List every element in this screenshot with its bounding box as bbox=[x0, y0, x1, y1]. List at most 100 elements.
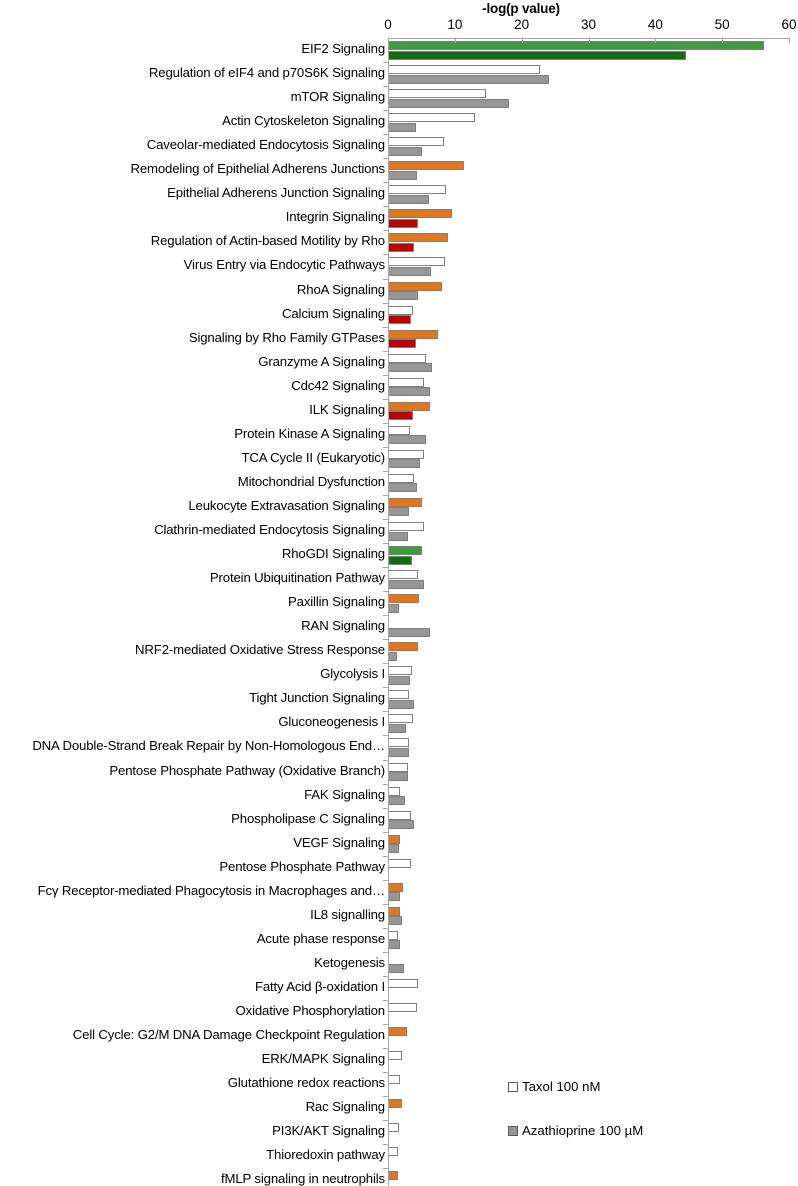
legend-item[interactable]: Azathioprine 100 µM bbox=[508, 1123, 643, 1138]
bar-taxol bbox=[389, 257, 446, 267]
chart-row: Calcium Signaling bbox=[0, 303, 798, 327]
chart-row: Regulation of eIF4 and p70S6K Signaling bbox=[0, 62, 798, 86]
bar-taxol bbox=[389, 906, 400, 916]
chart-row: Regulation of Actin-based Motility by Rh… bbox=[0, 230, 798, 254]
category-label: Rac Signaling bbox=[305, 1099, 386, 1115]
category-label: Protein Kinase A Signaling bbox=[234, 425, 385, 441]
bar-taxol bbox=[389, 185, 447, 195]
chart-row: Granzyme A Signaling bbox=[0, 351, 798, 375]
category-label: Glutathione redox reactions bbox=[227, 1075, 385, 1091]
bar-azathioprine bbox=[389, 98, 509, 108]
bar-azathioprine bbox=[389, 74, 550, 84]
x-axis-tick bbox=[789, 38, 790, 43]
category-label: Mitochondrial Dysfunction bbox=[237, 473, 385, 489]
chart-row: NRF2-mediated Oxidative Stress Response bbox=[0, 639, 798, 663]
bar-taxol bbox=[389, 497, 423, 507]
category-label: RhoA Signaling bbox=[296, 281, 385, 297]
bar-taxol bbox=[389, 882, 404, 892]
bar-taxol bbox=[389, 281, 442, 291]
category-label: fMLP signaling in neutrophils bbox=[220, 1171, 385, 1186]
chart-row: Ketogenesis bbox=[0, 952, 798, 976]
bar-azathioprine bbox=[389, 315, 412, 325]
y-axis-line bbox=[388, 38, 389, 1186]
category-label: Signaling by Rho Family GTPases bbox=[188, 329, 385, 345]
bar-azathioprine bbox=[389, 122, 416, 132]
x-axis-tick bbox=[521, 38, 523, 43]
legend-label: Taxol 100 nM bbox=[522, 1079, 601, 1094]
chart-row: Gluconeogenesis I bbox=[0, 711, 798, 735]
chart-row: Integrin Signaling bbox=[0, 206, 798, 230]
category-label: Calcium Signaling bbox=[281, 305, 385, 321]
bar-taxol bbox=[389, 161, 464, 171]
chart-row: Protein Ubiquitination Pathway bbox=[0, 567, 798, 591]
category-label: Actin Cytoskeleton Signaling bbox=[222, 113, 385, 129]
bar-azathioprine bbox=[389, 940, 400, 950]
chart-row: Epithelial Adherens Junction Signaling bbox=[0, 182, 798, 206]
category-label: Pentose Phosphate Pathway bbox=[219, 858, 385, 874]
x-axis-tick-label: 10 bbox=[447, 17, 463, 32]
bar-taxol bbox=[389, 113, 476, 123]
chart-row: Phospholipase C Signaling bbox=[0, 808, 798, 832]
legend-label: Azathioprine 100 µM bbox=[522, 1123, 644, 1138]
category-label: VEGF Signaling bbox=[293, 834, 385, 850]
x-axis-tick-label: 60 bbox=[781, 17, 797, 32]
bar-taxol bbox=[389, 522, 424, 531]
bar-azathioprine bbox=[389, 194, 430, 204]
bar-azathioprine bbox=[389, 796, 406, 806]
chart-row: RAN Signaling bbox=[0, 615, 798, 639]
bar-taxol bbox=[389, 690, 410, 700]
bar-taxol bbox=[389, 1003, 418, 1012]
bar-azathioprine bbox=[389, 507, 410, 517]
x-axis-tick bbox=[655, 38, 657, 43]
bar-azathioprine bbox=[389, 291, 419, 300]
legend-item[interactable]: Taxol 100 nM bbox=[508, 1079, 600, 1094]
legend-swatch-icon bbox=[508, 1125, 518, 1136]
bar-taxol bbox=[389, 714, 414, 724]
chart-row: Leukocyte Extravasation Signaling bbox=[0, 495, 798, 519]
chart-row: Cell Cycle: G2/M DNA Damage Checkpoint R… bbox=[0, 1024, 798, 1048]
chart-row: IL8 signalling bbox=[0, 904, 798, 928]
bar-azathioprine bbox=[389, 844, 400, 854]
bar-azathioprine bbox=[389, 242, 414, 252]
bar-azathioprine bbox=[389, 387, 431, 397]
bar-azathioprine bbox=[389, 170, 418, 180]
category-label: Pentose Phosphate Pathway (Oxidative Bra… bbox=[109, 762, 385, 778]
legend-swatch-icon bbox=[508, 1081, 518, 1092]
chart-row: ILK Signaling bbox=[0, 399, 798, 423]
bar-azathioprine bbox=[389, 459, 420, 469]
category-label: Integrin Signaling bbox=[285, 209, 385, 225]
x-axis-tick-label: 0 bbox=[384, 17, 392, 32]
x-axis-tick-label: 40 bbox=[647, 17, 663, 32]
category-label: RhoGDI Signaling bbox=[281, 546, 385, 562]
bar-taxol bbox=[389, 570, 419, 580]
bar-taxol bbox=[389, 978, 418, 988]
bar-azathioprine bbox=[389, 916, 403, 926]
bar-taxol bbox=[389, 233, 448, 243]
bar-azathioprine bbox=[389, 675, 410, 685]
chart-row: Glutathione redox reactions bbox=[0, 1072, 798, 1096]
category-label: Thioredoxin pathway bbox=[266, 1147, 385, 1163]
bar-taxol bbox=[389, 209, 453, 219]
bar-taxol bbox=[389, 89, 486, 99]
category-label: Regulation of Actin-based Motility by Rh… bbox=[150, 233, 385, 249]
bar-azathioprine bbox=[389, 411, 414, 421]
category-label: Glycolysis I bbox=[320, 666, 385, 682]
category-label: Oxidative Phosphorylation bbox=[235, 1003, 386, 1018]
bar-azathioprine bbox=[389, 603, 400, 613]
chart-row: Virus Entry via Endocytic Pathways bbox=[0, 254, 798, 278]
bar-taxol bbox=[389, 930, 398, 940]
bar-taxol bbox=[389, 1075, 400, 1085]
category-label: Acute phase response bbox=[256, 930, 385, 946]
category-label: PI3K/AKT Signaling bbox=[272, 1123, 385, 1139]
category-label: Ketogenesis bbox=[314, 954, 385, 970]
x-axis-tick-labels: 0 10 20 30 40 50 60 bbox=[384, 17, 796, 35]
bar-azathioprine bbox=[389, 723, 407, 733]
bar-azathioprine bbox=[389, 483, 418, 493]
bar-azathioprine bbox=[389, 146, 423, 156]
bar-azathioprine bbox=[389, 555, 413, 565]
category-label: Phospholipase C Signaling bbox=[231, 810, 385, 826]
x-axis-tick-label: 50 bbox=[714, 17, 730, 32]
bar-azathioprine bbox=[389, 964, 405, 974]
bar-taxol bbox=[389, 666, 413, 676]
category-label: Clathrin-mediated Endocytosis Signaling bbox=[154, 522, 385, 537]
